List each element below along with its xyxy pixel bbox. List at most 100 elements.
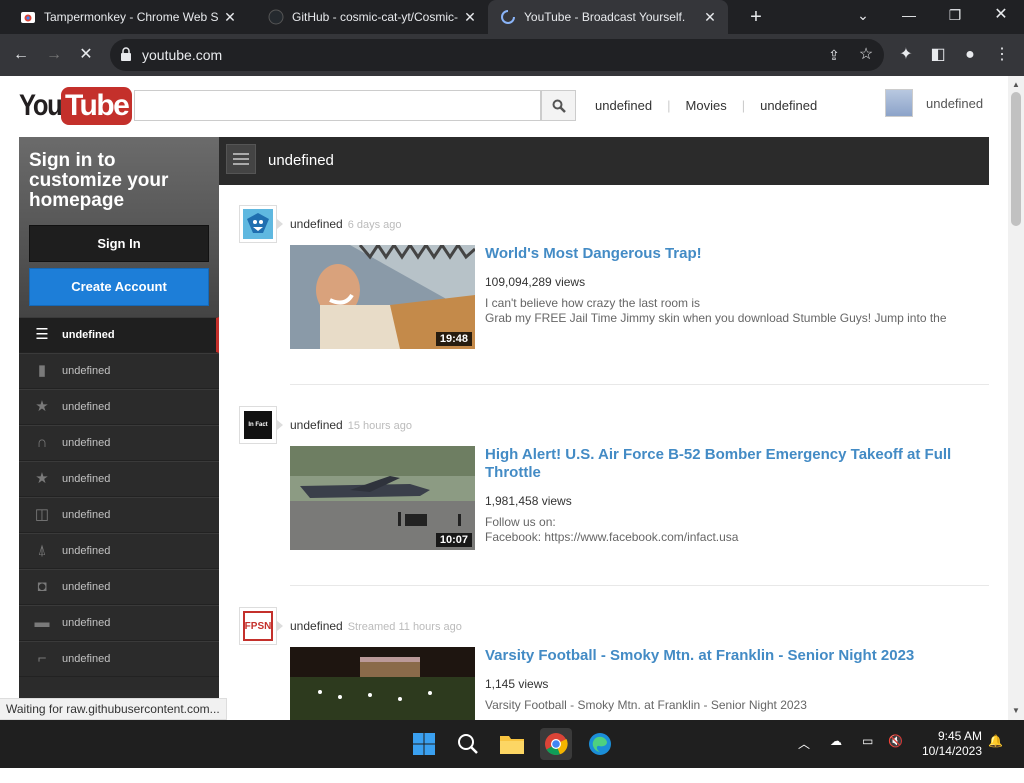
feed-menu-button[interactable] (226, 144, 256, 174)
signin-promo-title: Sign in to customize your homepage (29, 150, 169, 211)
sidebar-item-featured[interactable]: ★ undefined (19, 389, 219, 425)
status-bubble: Waiting for raw.githubusercontent.com... (0, 698, 227, 720)
sidebar-item-gaming[interactable]: ◫ undefined (19, 497, 219, 533)
onedrive-icon[interactable]: ☁ (830, 734, 842, 782)
browser-tab-strip: Tampermonkey - Chrome Web S ✕ GitHub - c… (0, 0, 1024, 34)
tab-youtube[interactable]: YouTube - Broadcast Yourself. ✕ (488, 0, 728, 34)
video-thumbnail[interactable]: 10:07 (290, 446, 475, 550)
url-text: youtube.com (142, 47, 223, 63)
sign-in-button[interactable]: Sign In (29, 225, 209, 262)
bookmark-star-icon[interactable]: ☆ (855, 44, 877, 66)
sidebar-item-label: undefined (62, 473, 111, 485)
channel-avatar[interactable]: In Fact (239, 406, 277, 444)
page-scrollbar[interactable]: ▲ ▼ (1008, 76, 1024, 720)
share-icon[interactable]: ⇪ (823, 44, 845, 66)
extensions-icon[interactable]: ✦ (895, 44, 917, 66)
beast-logo-icon (243, 209, 273, 239)
top-nav-links: undefined | Movies | undefined (595, 98, 832, 113)
user-avatar[interactable] (885, 89, 913, 117)
tab-github[interactable]: GitHub - cosmic-cat-yt/Cosmic- ✕ (256, 0, 488, 34)
sidebar-item-label: undefined (62, 401, 111, 413)
start-button[interactable] (408, 728, 440, 760)
clock-date: 10/14/2023 (921, 744, 982, 758)
stop-loading-icon[interactable]: ✕ (75, 44, 97, 66)
star-icon: ★ (35, 470, 49, 487)
tab-tampermonkey[interactable]: Tampermonkey - Chrome Web S ✕ (8, 0, 248, 34)
video-description-line: Varsity Football - Smoky Mtn. at Frankli… (485, 698, 807, 712)
feed-item: In Fact undefined 15 hours ago 10:07 High… (219, 398, 989, 598)
sidebar-item-tech[interactable]: ◘ undefined (19, 569, 219, 605)
video-thumbnail[interactable] (290, 647, 475, 720)
author-name[interactable]: undefined (290, 418, 343, 432)
top-link-1[interactable]: undefined (595, 98, 667, 113)
file-explorer-button[interactable] (496, 728, 528, 760)
arrow-icon (277, 420, 283, 430)
youtube-logo[interactable]: You Tube (19, 87, 133, 125)
robot-icon: ◘ (37, 578, 47, 595)
clock-time: 9:45 AM (937, 729, 982, 743)
search-button[interactable] (541, 90, 576, 121)
new-tab-button[interactable]: + (733, 2, 779, 32)
feed-header: undefined (219, 137, 989, 185)
address-bar[interactable]: youtube.com ⇪ ☆ (110, 39, 884, 71)
folder-icon (500, 736, 524, 754)
display-icon[interactable]: ▭ (862, 734, 873, 782)
sidebar-item-popular[interactable]: ▮ undefined (19, 353, 219, 389)
tab-search-icon[interactable]: ⌄ (840, 0, 886, 30)
close-tab-icon[interactable]: ✕ (702, 9, 718, 26)
arrow-icon (277, 219, 283, 229)
profile-icon[interactable]: ● (959, 44, 981, 66)
edge-taskbar-button[interactable] (584, 728, 616, 760)
top-link-3[interactable]: undefined (760, 98, 832, 113)
notifications-bell-icon[interactable]: 🔔 (988, 734, 1003, 782)
close-window-button[interactable]: ✕ (978, 0, 1024, 30)
scrollbar-thumb[interactable] (1011, 92, 1021, 226)
sidebar-item-entertainment[interactable]: ★ undefined (19, 461, 219, 497)
close-tab-icon[interactable]: ✕ (462, 9, 478, 26)
video-description-line: I can't believe how crazy the last room … (485, 296, 701, 310)
video-title[interactable]: World's Most Dangerous Trap! (485, 245, 965, 263)
search-icon (552, 99, 566, 113)
sidebar-item-news[interactable]: ⍋ undefined (19, 533, 219, 569)
video-title[interactable]: High Alert! U.S. Air Force B-52 Bomber E… (485, 446, 965, 482)
forward-icon[interactable]: → (43, 44, 65, 66)
sidebar-item-style[interactable]: ⌐ undefined (19, 641, 219, 677)
feed-item: FPSN undefined Streamed 11 hours ago Vars… (219, 599, 989, 720)
system-clock[interactable]: 9:45 AM 10/14/2023 (918, 729, 982, 759)
channel-avatar[interactable] (239, 205, 277, 243)
taskbar-search-button[interactable] (452, 728, 484, 760)
video-thumbnail[interactable]: 19:48 (290, 245, 475, 349)
lock-icon (121, 47, 131, 61)
sidebar-item-label: undefined (62, 581, 111, 593)
chrome-menu-icon[interactable]: ⋮ (991, 44, 1013, 66)
channel-avatar[interactable]: FPSN (239, 607, 277, 645)
feed-item: undefined 6 days ago 19:48 World's Most D… (219, 197, 989, 397)
sidebar-item-music[interactable]: ∩ undefined (19, 425, 219, 461)
back-icon[interactable]: ← (10, 44, 32, 66)
author-name[interactable]: undefined (290, 217, 343, 231)
volume-muted-icon[interactable]: 🔇 (888, 734, 903, 782)
scroll-down-icon[interactable]: ▼ (1012, 706, 1020, 715)
bar-chart-icon: ▮ (37, 362, 47, 379)
video-title[interactable]: Varsity Football - Smoky Mtn. at Frankli… (485, 647, 965, 665)
show-hidden-icons[interactable]: ︿ (798, 735, 810, 783)
feed-author: undefined Streamed 11 hours ago (290, 619, 462, 633)
side-panel-icon[interactable]: ◧ (927, 44, 949, 66)
video-duration: 10:07 (435, 533, 472, 547)
top-link-movies[interactable]: Movies (686, 98, 742, 113)
browser-toolbar: ← → ✕ youtube.com ⇪ ☆ ✦ ◧ ● ⋮ (0, 34, 1024, 76)
sidebar-item-education[interactable]: ▬ undefined (19, 605, 219, 641)
author-name[interactable]: undefined (290, 619, 343, 633)
user-name[interactable]: undefined (926, 96, 983, 111)
logo-tube-text: Tube (60, 87, 133, 125)
search-input[interactable] (134, 90, 541, 121)
sidebar-item-feed[interactable]: ☰ undefined (19, 317, 219, 353)
close-tab-icon[interactable]: ✕ (222, 9, 238, 26)
view-count: 1,981,458 views (485, 494, 572, 508)
sidebar-item-label: undefined (62, 365, 111, 377)
minimize-button[interactable]: — (886, 0, 932, 30)
restore-button[interactable]: ❐ (932, 0, 978, 30)
chrome-taskbar-button[interactable] (540, 728, 572, 760)
create-account-button[interactable]: Create Account (29, 268, 209, 306)
scroll-up-icon[interactable]: ▲ (1012, 80, 1020, 89)
